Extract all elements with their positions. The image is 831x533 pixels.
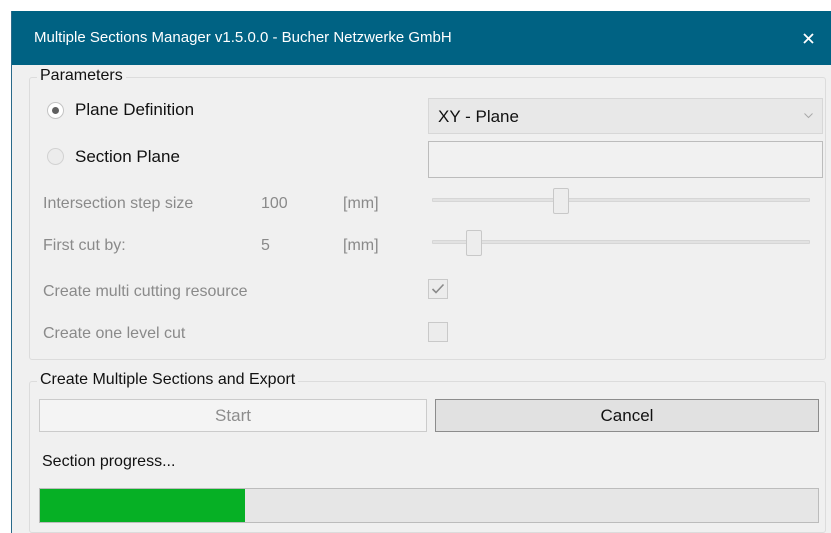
step-size-label: Intersection step size <box>43 195 194 212</box>
slider-track <box>432 240 810 244</box>
section-plane-label[interactable]: Section Plane <box>75 147 180 167</box>
step-size-unit: [mm] <box>343 195 379 212</box>
progress-label: Section progress... <box>42 453 176 470</box>
title-bar[interactable]: Multiple Sections Manager v1.5.0.0 - Buc… <box>12 11 831 65</box>
one-level-label: Create one level cut <box>43 325 186 342</box>
plane-select[interactable]: XY - Plane <box>428 98 823 134</box>
plane-select-value: XY - Plane <box>438 107 519 126</box>
window-title: Multiple Sections Manager v1.5.0.0 - Buc… <box>34 29 452 46</box>
step-size-slider[interactable] <box>432 188 810 214</box>
plane-definition-radio[interactable] <box>47 102 64 119</box>
close-button[interactable] <box>784 11 831 65</box>
checkmark-icon <box>431 283 445 294</box>
first-cut-value: 5 <box>261 237 270 254</box>
step-size-value: 100 <box>261 195 288 212</box>
slider-track <box>432 198 810 202</box>
first-cut-unit: [mm] <box>343 237 379 254</box>
one-level-checkbox[interactable] <box>428 322 448 342</box>
progress-fill <box>40 489 246 522</box>
first-cut-slider[interactable] <box>432 230 810 256</box>
parameters-legend: Parameters <box>37 67 126 85</box>
chevron-down-icon <box>804 113 813 119</box>
dialog-window: Multiple Sections Manager v1.5.0.0 - Buc… <box>11 11 831 533</box>
start-button[interactable]: Start <box>39 399 427 432</box>
multi-cutting-checkbox[interactable] <box>428 279 448 299</box>
export-legend: Create Multiple Sections and Export <box>37 371 299 389</box>
slider-thumb[interactable] <box>465 230 482 256</box>
radio-selected-dot <box>52 107 59 114</box>
cancel-button[interactable]: Cancel <box>435 399 819 432</box>
plane-definition-label[interactable]: Plane Definition <box>75 100 194 120</box>
section-plane-radio[interactable] <box>47 148 64 165</box>
close-icon <box>802 32 814 44</box>
first-cut-label: First cut by: <box>43 237 126 254</box>
section-plane-input[interactable] <box>428 141 823 178</box>
multi-cutting-label: Create multi cutting resource <box>43 283 248 300</box>
slider-thumb[interactable] <box>552 188 569 214</box>
section-progress-bar <box>39 488 819 523</box>
